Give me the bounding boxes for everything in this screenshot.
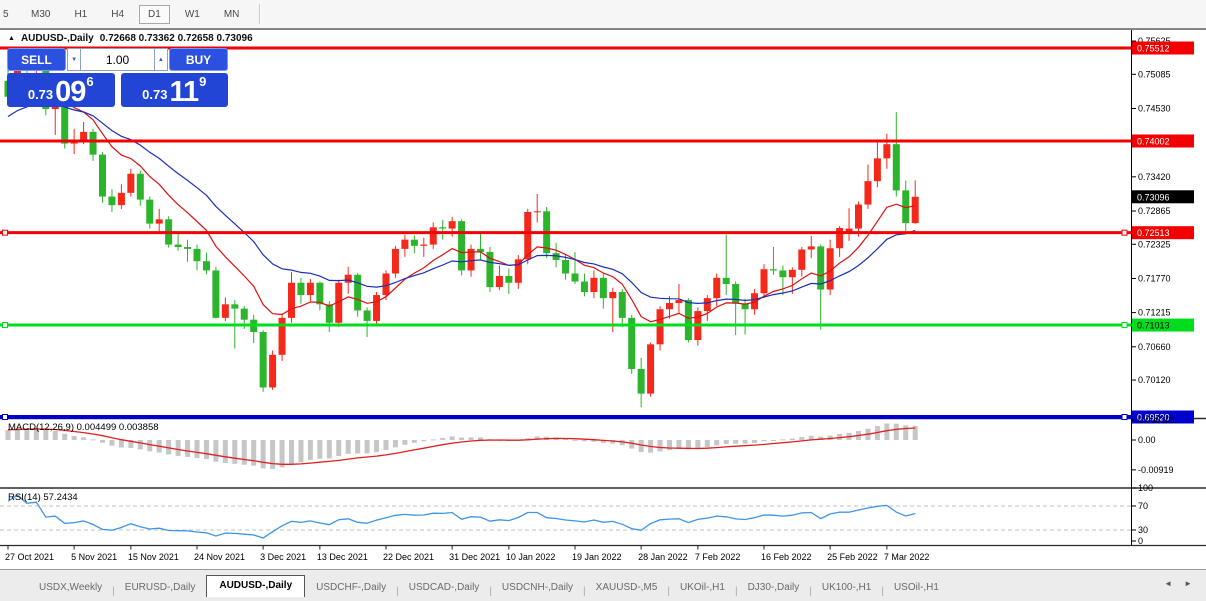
one-click-trading-panel: SELL ▼ ▲ BUY 0.73 09 6 0.73 11 9 [7,48,228,107]
rsi-pane: 100 70 300 RSI(14) 57.2434 [0,483,1153,546]
ask-price-display: 0.73 11 9 [120,73,228,108]
sell-button[interactable]: SELL [7,48,66,71]
symbol-tab[interactable]: USDCAD-,Daily [400,578,489,597]
symbol-tab[interactable]: UKOil-,H1 [671,578,734,597]
svg-text:27 Oct 2021: 27 Oct 2021 [5,552,54,562]
svg-text:13 Dec 2021: 13 Dec 2021 [317,552,368,562]
rsi-line [7,494,916,539]
ask-price-prefix: 0.73 [142,87,168,102]
svg-text:15 Nov 2021: 15 Nov 2021 [128,552,179,562]
bid-price-big: 09 [55,76,86,108]
svg-text:19 Jan 2022: 19 Jan 2022 [572,552,622,562]
hline-handle[interactable] [2,413,8,420]
timeframe-button-w1[interactable]: W1 [176,5,209,24]
svg-text:RSI(14) 57.2434: RSI(14) 57.2434 [8,492,78,503]
svg-text:0.70660: 0.70660 [1138,342,1171,352]
symbol-tab[interactable]: USDCHF-,Daily [307,578,395,597]
symbol-tab[interactable]: AUDUSD-,Daily [206,575,306,597]
hline-handle[interactable] [2,322,8,329]
timeframe-button-h1[interactable]: H1 [65,5,96,24]
svg-text:10 Jan 2022: 10 Jan 2022 [506,552,556,562]
svg-text:0.72325: 0.72325 [1138,239,1171,249]
timeframe-button-m30[interactable]: M30 [22,5,59,24]
symbol-tab[interactable]: EURUSD-,Daily [116,578,205,597]
timeframe-button-d1[interactable]: D1 [139,4,170,24]
svg-text:0.71770: 0.71770 [1138,273,1171,283]
hline-handle[interactable] [1121,322,1128,329]
tab-scroll-right-icon[interactable]: ► [1184,579,1192,588]
macd-signal-line [7,427,916,465]
svg-text:5 Nov 2021: 5 Nov 2021 [71,552,117,562]
hline-handle[interactable] [1121,413,1128,420]
symbol-tab[interactable]: USDX,Weekly [30,578,111,597]
tab-scroll-left-icon[interactable]: ◄ [1164,579,1172,588]
svg-text:0.73420: 0.73420 [1138,172,1171,182]
volume-decrease-button[interactable]: ▼ [67,48,82,71]
svg-text:0.72513: 0.72513 [1137,228,1170,238]
svg-text:0.74530: 0.74530 [1138,103,1171,113]
svg-text:-0.00919: -0.00919 [1138,465,1174,475]
current-price-badge: 0.73096 [1132,190,1194,204]
svg-text:0.006201: 0.006201 [1138,415,1176,425]
svg-text:70: 70 [1138,501,1148,511]
hline-handle[interactable] [2,229,8,236]
svg-text:0.72865: 0.72865 [1138,206,1171,216]
svg-text:3 Dec 2021: 3 Dec 2021 [260,552,306,562]
svg-text:0.71215: 0.71215 [1138,308,1171,318]
svg-text:100: 100 [1138,483,1153,493]
time-axis: 27 Oct 2021 5 Nov 2021 15 Nov 2021 24 Nov 2… [5,546,929,562]
symbol-tab-bar: USDX,Weekly | EURUSD-,Daily AUDUSD-,Daily US… [0,569,1206,601]
symbol-tab[interactable]: UK100-,H1 [813,578,880,597]
timeframe-button-m5[interactable]: 5 [0,5,16,24]
chart-ohlc-title: ▲ AUDUSD-,Daily 0.72668 0.73362 0.72658 … [8,33,253,44]
collapse-panel-icon[interactable]: ▲ [8,34,15,44]
svg-text:0.74002: 0.74002 [1137,136,1170,146]
chart-symbol-label: AUDUSD-,Daily [20,33,94,44]
mt4-window: 0.75625 0.75085 0.74530 0.73420 0.72865 0.723… [0,0,1206,601]
hline-handle[interactable] [1121,229,1128,236]
svg-text:MACD(12,26,9) 0.004499 0.00385: MACD(12,26,9) 0.004499 0.003858 [8,422,159,433]
ask-price-sup: 9 [199,74,207,89]
bid-price-sup: 6 [86,74,94,89]
timeframe-button-mn[interactable]: MN [215,5,249,24]
svg-text:16 Feb 2022: 16 Feb 2022 [761,552,812,562]
bid-price-display: 0.73 09 6 [7,73,115,107]
svg-text:0.71013: 0.71013 [1137,321,1170,331]
buy-button[interactable]: BUY [169,48,228,71]
svg-text:7 Mar 2022: 7 Mar 2022 [884,552,930,562]
svg-text:24 Nov 2021: 24 Nov 2021 [194,552,245,562]
svg-text:7 Feb 2022: 7 Feb 2022 [695,552,741,562]
svg-text:22 Dec 2021: 22 Dec 2021 [383,552,434,562]
volume-input[interactable] [81,48,154,71]
svg-text:30: 30 [1138,525,1148,535]
macd-pane: 0.006201 0.00 -0.00919 MACD(12,26,9) 0.0044… [5,415,1176,475]
svg-text:28 Jan 2022: 28 Jan 2022 [638,552,688,562]
symbol-tab[interactable]: USDCNH-,Daily [493,578,582,597]
svg-text:31 Dec 2021: 31 Dec 2021 [449,552,500,562]
bid-price-prefix: 0.73 [27,87,54,102]
svg-text:0.75512: 0.75512 [1137,44,1170,54]
ma-fast-line [7,82,916,323]
toolbar-separator [259,4,262,24]
svg-text:0: 0 [1138,536,1143,546]
timeframe-button-h4[interactable]: H4 [102,5,133,24]
timeframe-toolbar: 5 M30 H1 H4 D1 W1 MN [0,0,1206,29]
ask-price-big: 11 [169,76,199,108]
tab-scroll-nav: ◄ ► [1164,579,1192,588]
symbol-tab[interactable]: DJ30-,Daily [739,578,809,597]
chart-ohlc-values: 0.72668 0.73362 0.72658 0.73096 [99,33,253,44]
svg-text:0.75085: 0.75085 [1138,69,1171,79]
price-axis: 0.756250.750850.745300.734200.728650.723… [1131,36,1171,385]
svg-text:0.00: 0.00 [1138,435,1156,445]
symbol-tab[interactable]: USOil-,H1 [885,578,948,597]
svg-text:25 Feb 2022: 25 Feb 2022 [827,552,878,562]
symbol-tab[interactable]: XAUUSD-,M5 [587,578,667,597]
symbol-tab-list: USDX,Weekly | EURUSD-,Daily AUDUSD-,Daily US… [30,575,948,597]
svg-text:0.73096: 0.73096 [1137,192,1170,202]
volume-stepper: ▼ ▲ [67,48,169,71]
svg-text:0.70120: 0.70120 [1138,375,1171,385]
volume-increase-button[interactable]: ▲ [153,48,169,71]
